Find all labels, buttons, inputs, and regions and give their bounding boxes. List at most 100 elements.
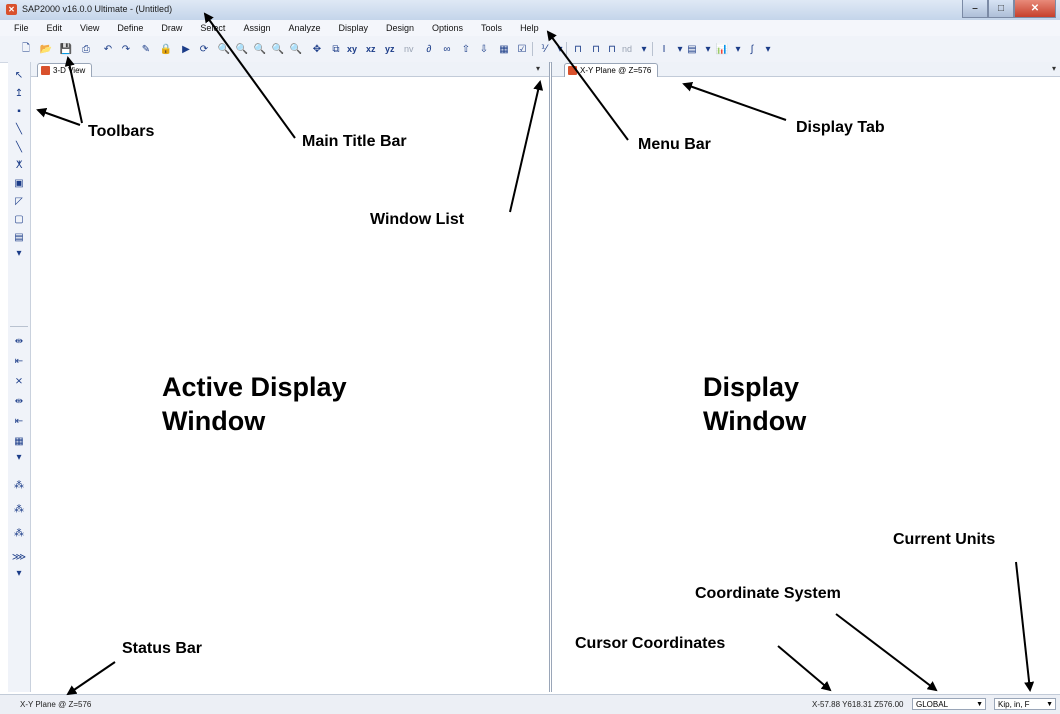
perspective-icon[interactable]: ∂ xyxy=(421,41,437,57)
get-previous-selection-icon[interactable]: ⁂ xyxy=(11,502,27,516)
view-xy-button[interactable]: xy xyxy=(347,41,357,57)
units-select[interactable]: Kip, in, F ▼ xyxy=(994,698,1056,710)
draw-rect-area-icon[interactable]: ▢ xyxy=(11,212,27,226)
menu-help[interactable]: Help xyxy=(511,23,548,33)
move-down-icon[interactable]: ⇩ xyxy=(476,41,492,57)
pan-icon[interactable]: ✥ xyxy=(309,41,325,57)
annotation-menu-bar: Menu Bar xyxy=(638,136,711,153)
minimize-icon[interactable]: – xyxy=(962,0,988,18)
right-tab-strip: X-Y Plane @ Z=576 ▾ xyxy=(552,62,1060,77)
move-up-icon[interactable]: ⇧ xyxy=(458,41,474,57)
draw-cable-icon[interactable]: ╲ xyxy=(11,140,27,154)
joint-icon[interactable]: ▪ xyxy=(11,104,27,118)
tab-xy-plane[interactable]: X-Y Plane @ Z=576 xyxy=(564,63,659,77)
3d-view-icon[interactable]: ⧉ xyxy=(328,41,344,57)
snap-points-icon[interactable]: ⇹ xyxy=(11,334,27,348)
view-nd-button[interactable]: nd xyxy=(622,41,632,57)
toolbar-separator xyxy=(566,42,567,56)
rubber-band-icon[interactable]: ∞ xyxy=(439,41,455,57)
window-list-dropdown-icon[interactable]: ▾ xyxy=(533,64,543,74)
annotation-main-title-bar: Main Title Bar xyxy=(302,133,407,150)
function-icon[interactable]: ∫ xyxy=(744,41,760,57)
new-file-icon[interactable]: 🗋 xyxy=(18,41,34,57)
cursor-coordinates: X-57.88 Y618.31 Z576.00 xyxy=(812,700,904,709)
view-xz-button[interactable]: xz xyxy=(366,41,376,57)
draw-frame-icon[interactable]: ╲ xyxy=(11,122,27,136)
tab-label: 3-D View xyxy=(53,66,86,75)
chart-icon[interactable]: 📊 xyxy=(714,41,730,57)
sap2000-logo-icon xyxy=(41,66,50,75)
redo-icon[interactable]: ↷ xyxy=(118,41,134,57)
toolbar-separator xyxy=(652,42,653,56)
select-all-icon[interactable]: ⁂ xyxy=(11,478,27,492)
snap-perpendicular-icon[interactable]: ⇹ xyxy=(11,394,27,408)
tab-3d-view[interactable]: 3-D View xyxy=(37,63,93,77)
close-icon[interactable]: ✕ xyxy=(1014,0,1056,18)
grid-icon[interactable]: ▦ xyxy=(496,41,512,57)
maximize-icon[interactable]: □ xyxy=(988,0,1014,18)
more-arrow-icon[interactable]: ▾ xyxy=(11,246,27,260)
save-icon[interactable]: 💾 xyxy=(58,41,74,57)
window-title: SAP2000 v16.0.0 Ultimate - (Untitled) xyxy=(22,4,173,14)
menu-select[interactable]: Select xyxy=(191,23,234,33)
sap2000-logo-icon[interactable]: ✕ xyxy=(6,4,17,15)
menu-view[interactable]: View xyxy=(71,23,108,33)
window-list-dropdown-icon[interactable]: ▾ xyxy=(1049,64,1059,74)
zoom-window-icon[interactable]: 🔍 xyxy=(216,41,232,57)
menu-options[interactable]: Options xyxy=(423,23,472,33)
clear-selection-icon[interactable]: ⁂ xyxy=(11,526,27,540)
fraction-icon[interactable]: ⅟ xyxy=(536,41,552,57)
annotation-active-display-line1: Active Display xyxy=(162,372,347,402)
reshape-icon[interactable]: ↥ xyxy=(11,86,27,100)
window-controls: – □ ✕ xyxy=(962,0,1056,18)
print-icon[interactable]: ⎙ xyxy=(78,41,94,57)
menu-analyze[interactable]: Analyze xyxy=(279,23,329,33)
snap-intersections-icon[interactable]: ⨯ xyxy=(11,374,27,388)
quick-draw-braces-icon[interactable]: ⵅ xyxy=(11,158,27,172)
lock-icon[interactable]: 🔒 xyxy=(158,41,174,57)
view-nv-button[interactable]: nv xyxy=(404,41,414,57)
snap-fine-grid-icon[interactable]: ▦ xyxy=(11,434,27,448)
menu-display[interactable]: Display xyxy=(329,23,377,33)
pointer-icon[interactable]: ↖ xyxy=(11,68,27,82)
intersecting-line-icon[interactable]: ⋙ xyxy=(11,550,27,564)
main-title-bar: ✕ SAP2000 v16.0.0 Ultimate - (Untitled) … xyxy=(0,0,1060,21)
draw-poly-area-icon[interactable]: ◸ xyxy=(11,194,27,208)
refresh-icon[interactable]: ⟳ xyxy=(196,41,212,57)
zoom-in-icon[interactable]: 🔍 xyxy=(234,41,250,57)
table-icon[interactable]: ▤ xyxy=(684,41,700,57)
toolbar-separator xyxy=(10,326,28,327)
zoom-previous-icon[interactable]: 🔍 xyxy=(270,41,286,57)
menu-design[interactable]: Design xyxy=(377,23,423,33)
menu-draw[interactable]: Draw xyxy=(152,23,191,33)
coordinate-system-select[interactable]: GLOBAL ▼ xyxy=(912,698,986,710)
undo-icon[interactable]: ↶ xyxy=(100,41,116,57)
quick-draw-area-icon[interactable]: ▣ xyxy=(11,176,27,190)
snap-ends-icon[interactable]: ⇤ xyxy=(11,354,27,368)
i-section-icon[interactable]: I xyxy=(656,41,672,57)
frame-icon[interactable]: ⊓ xyxy=(570,41,586,57)
annotation-display-window-line1: Display xyxy=(703,372,800,402)
view-yz-button[interactable]: yz xyxy=(385,41,395,57)
pencil-icon[interactable]: ✎ xyxy=(138,41,154,57)
more-arrow-icon[interactable]: ▾ xyxy=(11,566,27,580)
open-folder-icon[interactable]: 📂 xyxy=(38,41,54,57)
run-icon[interactable]: ▶ xyxy=(178,41,194,57)
menu-file[interactable]: File xyxy=(0,23,38,33)
dropdown-arrow-icon[interactable]: ▾ xyxy=(636,41,652,57)
draw-solid-icon[interactable]: ▤ xyxy=(11,230,27,244)
menu-bar: File Edit View Define Draw Select Assign… xyxy=(0,20,1060,36)
menu-tools[interactable]: Tools xyxy=(472,23,511,33)
check-icon[interactable]: ☑ xyxy=(514,41,530,57)
zoom-extent-icon[interactable]: 🔍 xyxy=(288,41,304,57)
more-arrow-icon[interactable]: ▾ xyxy=(11,450,27,464)
frame-3-icon[interactable]: ⊓ xyxy=(604,41,620,57)
menu-edit[interactable]: Edit xyxy=(38,23,72,33)
menu-define[interactable]: Define xyxy=(108,23,152,33)
frame-2-icon[interactable]: ⊓ xyxy=(588,41,604,57)
menu-assign[interactable]: Assign xyxy=(234,23,279,33)
zoom-out-icon[interactable]: 🔍 xyxy=(252,41,268,57)
snap-lines-icon[interactable]: ⇤ xyxy=(11,414,27,428)
sap2000-logo-icon xyxy=(568,66,577,75)
dropdown-arrow-icon[interactable]: ▾ xyxy=(760,41,776,57)
